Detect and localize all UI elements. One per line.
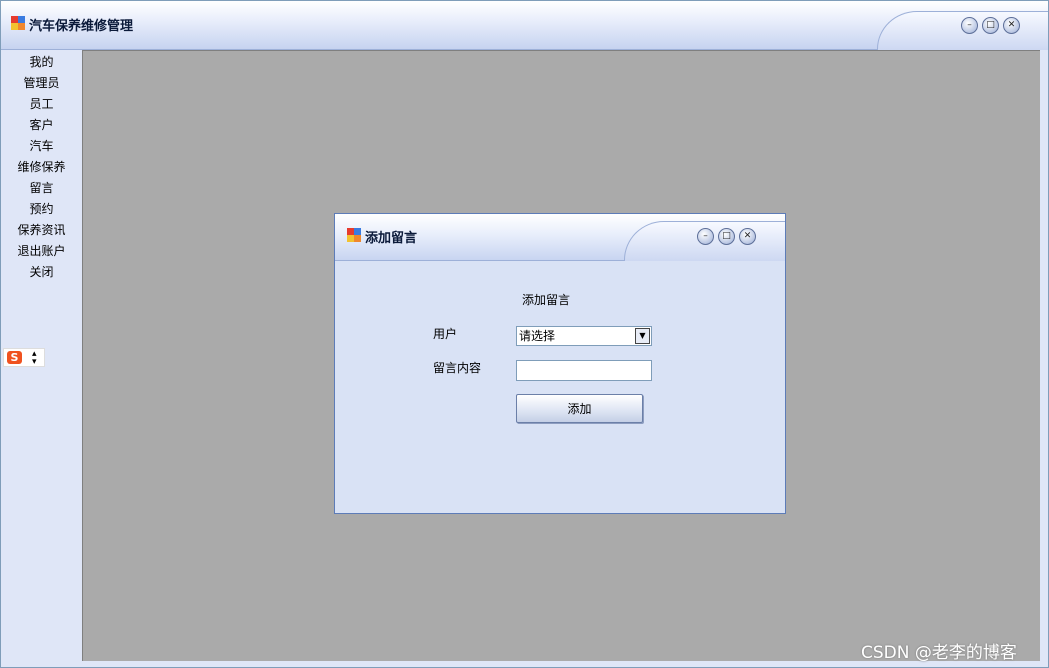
- child-window-title: 添加留言: [365, 231, 418, 246]
- form-heading: 添加留言: [522, 293, 571, 307]
- sidebar-item-mine[interactable]: 我的: [1, 52, 82, 73]
- sidebar-item-appointment[interactable]: 预约: [1, 199, 82, 220]
- ime-toggle-icon[interactable]: ▴ ▾: [32, 350, 37, 367]
- child-minimize-icon[interactable]: –: [697, 228, 714, 245]
- sidebar-item-admin[interactable]: 管理员: [1, 73, 82, 94]
- main-window-title: 汽车保养维修管理: [29, 19, 134, 34]
- sidebar-item-staff[interactable]: 员工: [1, 94, 82, 115]
- sidebar-item-news[interactable]: 保养资讯: [1, 220, 82, 241]
- sidebar-item-logout[interactable]: 退出账户: [1, 241, 82, 262]
- app-icon: [11, 16, 25, 30]
- content-label: 留言内容: [433, 361, 482, 375]
- main-titlebar[interactable]: 汽车保养维修管理 – □ ✕: [1, 1, 1048, 50]
- user-label: 用户: [433, 327, 458, 341]
- child-maximize-icon[interactable]: □: [718, 228, 735, 245]
- chevron-down-icon[interactable]: ▼: [635, 328, 650, 344]
- minimize-icon[interactable]: –: [961, 17, 978, 34]
- sogou-ime-icon: S: [7, 351, 22, 364]
- sidebar-item-close[interactable]: 关闭: [1, 262, 82, 283]
- sidebar-item-message[interactable]: 留言: [1, 178, 82, 199]
- ime-indicator[interactable]: S ▴ ▾: [3, 348, 45, 367]
- user-select-value: 请选择: [519, 329, 556, 343]
- sidebar-item-customer[interactable]: 客户: [1, 115, 82, 136]
- watermark: CSDN @老李的博客: [861, 643, 1017, 663]
- child-app-icon: [347, 228, 361, 242]
- child-titlebar[interactable]: 添加留言 – □ ✕: [335, 214, 785, 261]
- sidebar-item-car[interactable]: 汽车: [1, 136, 82, 157]
- child-close-icon[interactable]: ✕: [739, 228, 756, 245]
- close-icon[interactable]: ✕: [1003, 17, 1020, 34]
- sidebar-item-maintenance[interactable]: 维修保养: [1, 157, 82, 178]
- message-content-input[interactable]: [516, 360, 652, 381]
- maximize-icon[interactable]: □: [982, 17, 999, 34]
- add-button[interactable]: 添加: [516, 394, 643, 423]
- user-select[interactable]: 请选择 ▼: [516, 326, 652, 346]
